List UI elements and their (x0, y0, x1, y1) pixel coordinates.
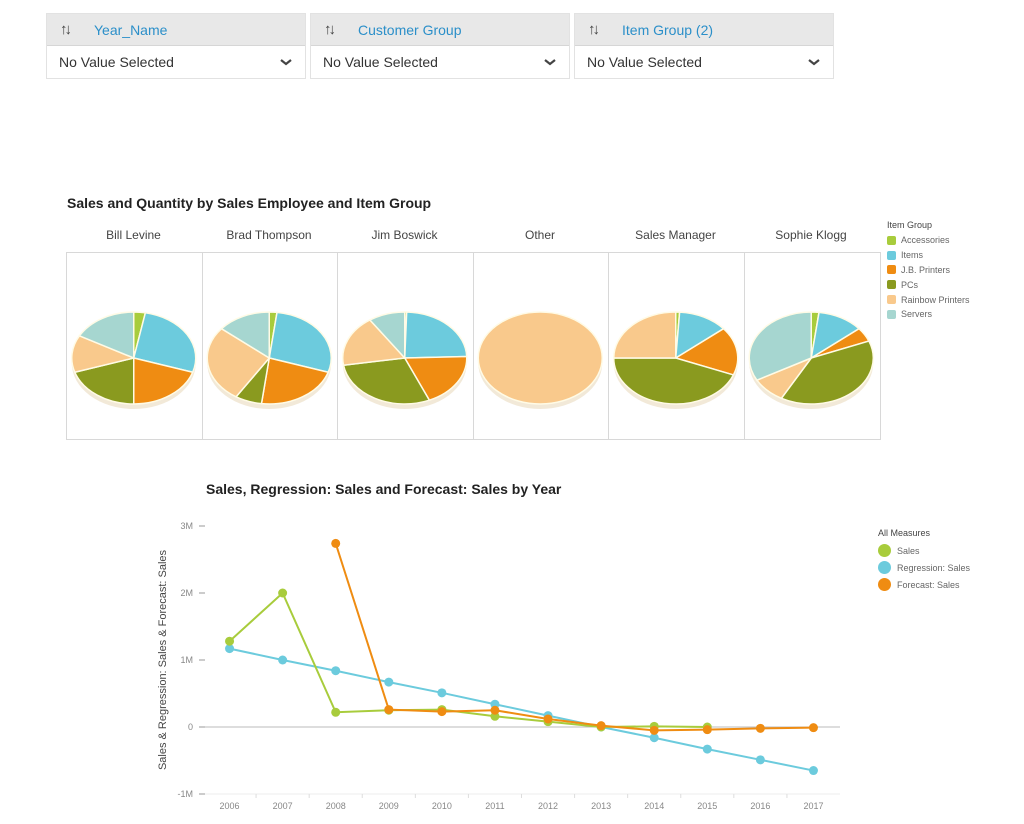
data-point-regression-sales[interactable] (331, 666, 341, 676)
data-point-regression-sales[interactable] (437, 688, 447, 698)
x-tick-label: 2012 (538, 801, 558, 811)
legend-dot (878, 578, 891, 591)
data-point-sales[interactable] (225, 636, 235, 646)
series-line-forecast-sales (334, 543, 814, 732)
data-point-regression-sales[interactable] (702, 744, 712, 754)
data-point-forecast-sales[interactable] (596, 721, 606, 731)
legend-label: Regression: Sales (897, 562, 971, 573)
x-tick-label: 2009 (379, 801, 399, 811)
data-point-sales[interactable] (278, 588, 288, 598)
x-tick-label: 2016 (750, 801, 770, 811)
legend-label: Sales (897, 545, 920, 556)
legend-item-regression-sales[interactable]: Regression: Sales (878, 559, 970, 576)
x-tick-label: 2010 (432, 801, 452, 811)
data-point-regression-sales[interactable] (278, 655, 288, 665)
x-tick-label: 2006 (220, 801, 240, 811)
x-tick-label: 2013 (591, 801, 611, 811)
y-tick-label: 0 (188, 722, 193, 732)
y-tick-label: 2M (180, 588, 193, 598)
line-chart: -1M 0 1M 2M 3M 2006 2007 2008 2009 2010 2011 2012 20… (157, 521, 840, 811)
legend-item-sales[interactable]: Sales (878, 542, 970, 559)
y-tick-label: 3M (180, 521, 193, 531)
x-tick-label: 2007 (273, 801, 293, 811)
x-tick-label: 2008 (326, 801, 346, 811)
x-tick-label: 2015 (697, 801, 717, 811)
data-point-forecast-sales[interactable] (490, 705, 500, 715)
data-point-forecast-sales[interactable] (702, 725, 712, 735)
data-point-forecast-sales[interactable] (331, 538, 341, 548)
data-point-forecast-sales[interactable] (808, 723, 818, 733)
data-point-forecast-sales[interactable] (437, 707, 447, 717)
y-tick-label: 1M (180, 655, 193, 665)
x-tick-label: 2014 (644, 801, 664, 811)
x-tick-label: 2011 (485, 801, 504, 811)
legend-dot (878, 544, 891, 557)
data-point-regression-sales[interactable] (808, 766, 818, 776)
legend-label: Forecast: Sales (897, 579, 960, 590)
legend-title: All Measures (878, 528, 931, 538)
series-line-sales (228, 591, 708, 729)
x-tick-label: 2017 (803, 801, 823, 811)
data-point-forecast-sales[interactable] (755, 723, 765, 733)
y-tick-label: -1M (178, 789, 194, 799)
data-point-regression-sales[interactable] (384, 677, 394, 687)
data-point-sales[interactable] (331, 707, 341, 717)
data-point-forecast-sales[interactable] (649, 725, 659, 735)
legend-dot (878, 561, 891, 574)
data-point-forecast-sales[interactable] (543, 714, 553, 724)
data-point-regression-sales[interactable] (755, 755, 765, 765)
line-legend: All Measures Sales Regression: Sales Forec… (878, 528, 970, 593)
series-line-regression-sales (229, 647, 814, 772)
data-point-forecast-sales[interactable] (384, 705, 394, 715)
y-axis-label: Sales & Regression: Sales & Forecast: Sa… (157, 549, 169, 770)
legend-item-forecast-sales[interactable]: Forecast: Sales (878, 576, 970, 593)
